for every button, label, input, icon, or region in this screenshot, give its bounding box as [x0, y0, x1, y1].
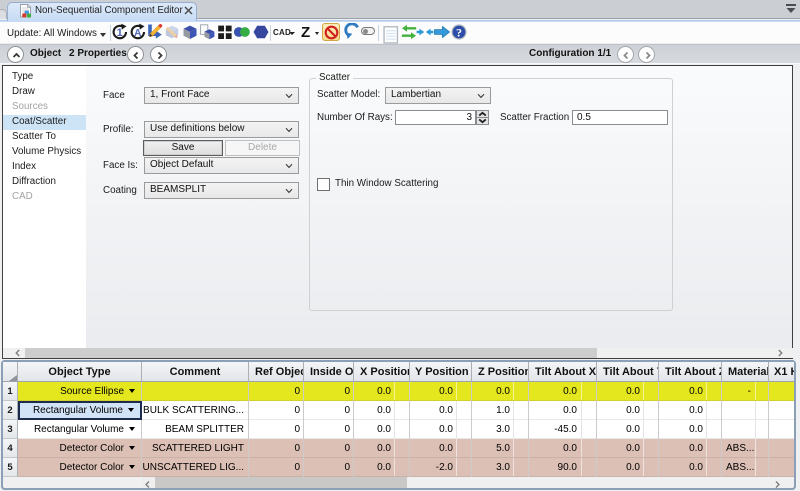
- svg-text:A: A: [134, 28, 141, 39]
- svg-text:?: ?: [456, 25, 462, 39]
- svg-text:1: 1: [117, 27, 123, 39]
